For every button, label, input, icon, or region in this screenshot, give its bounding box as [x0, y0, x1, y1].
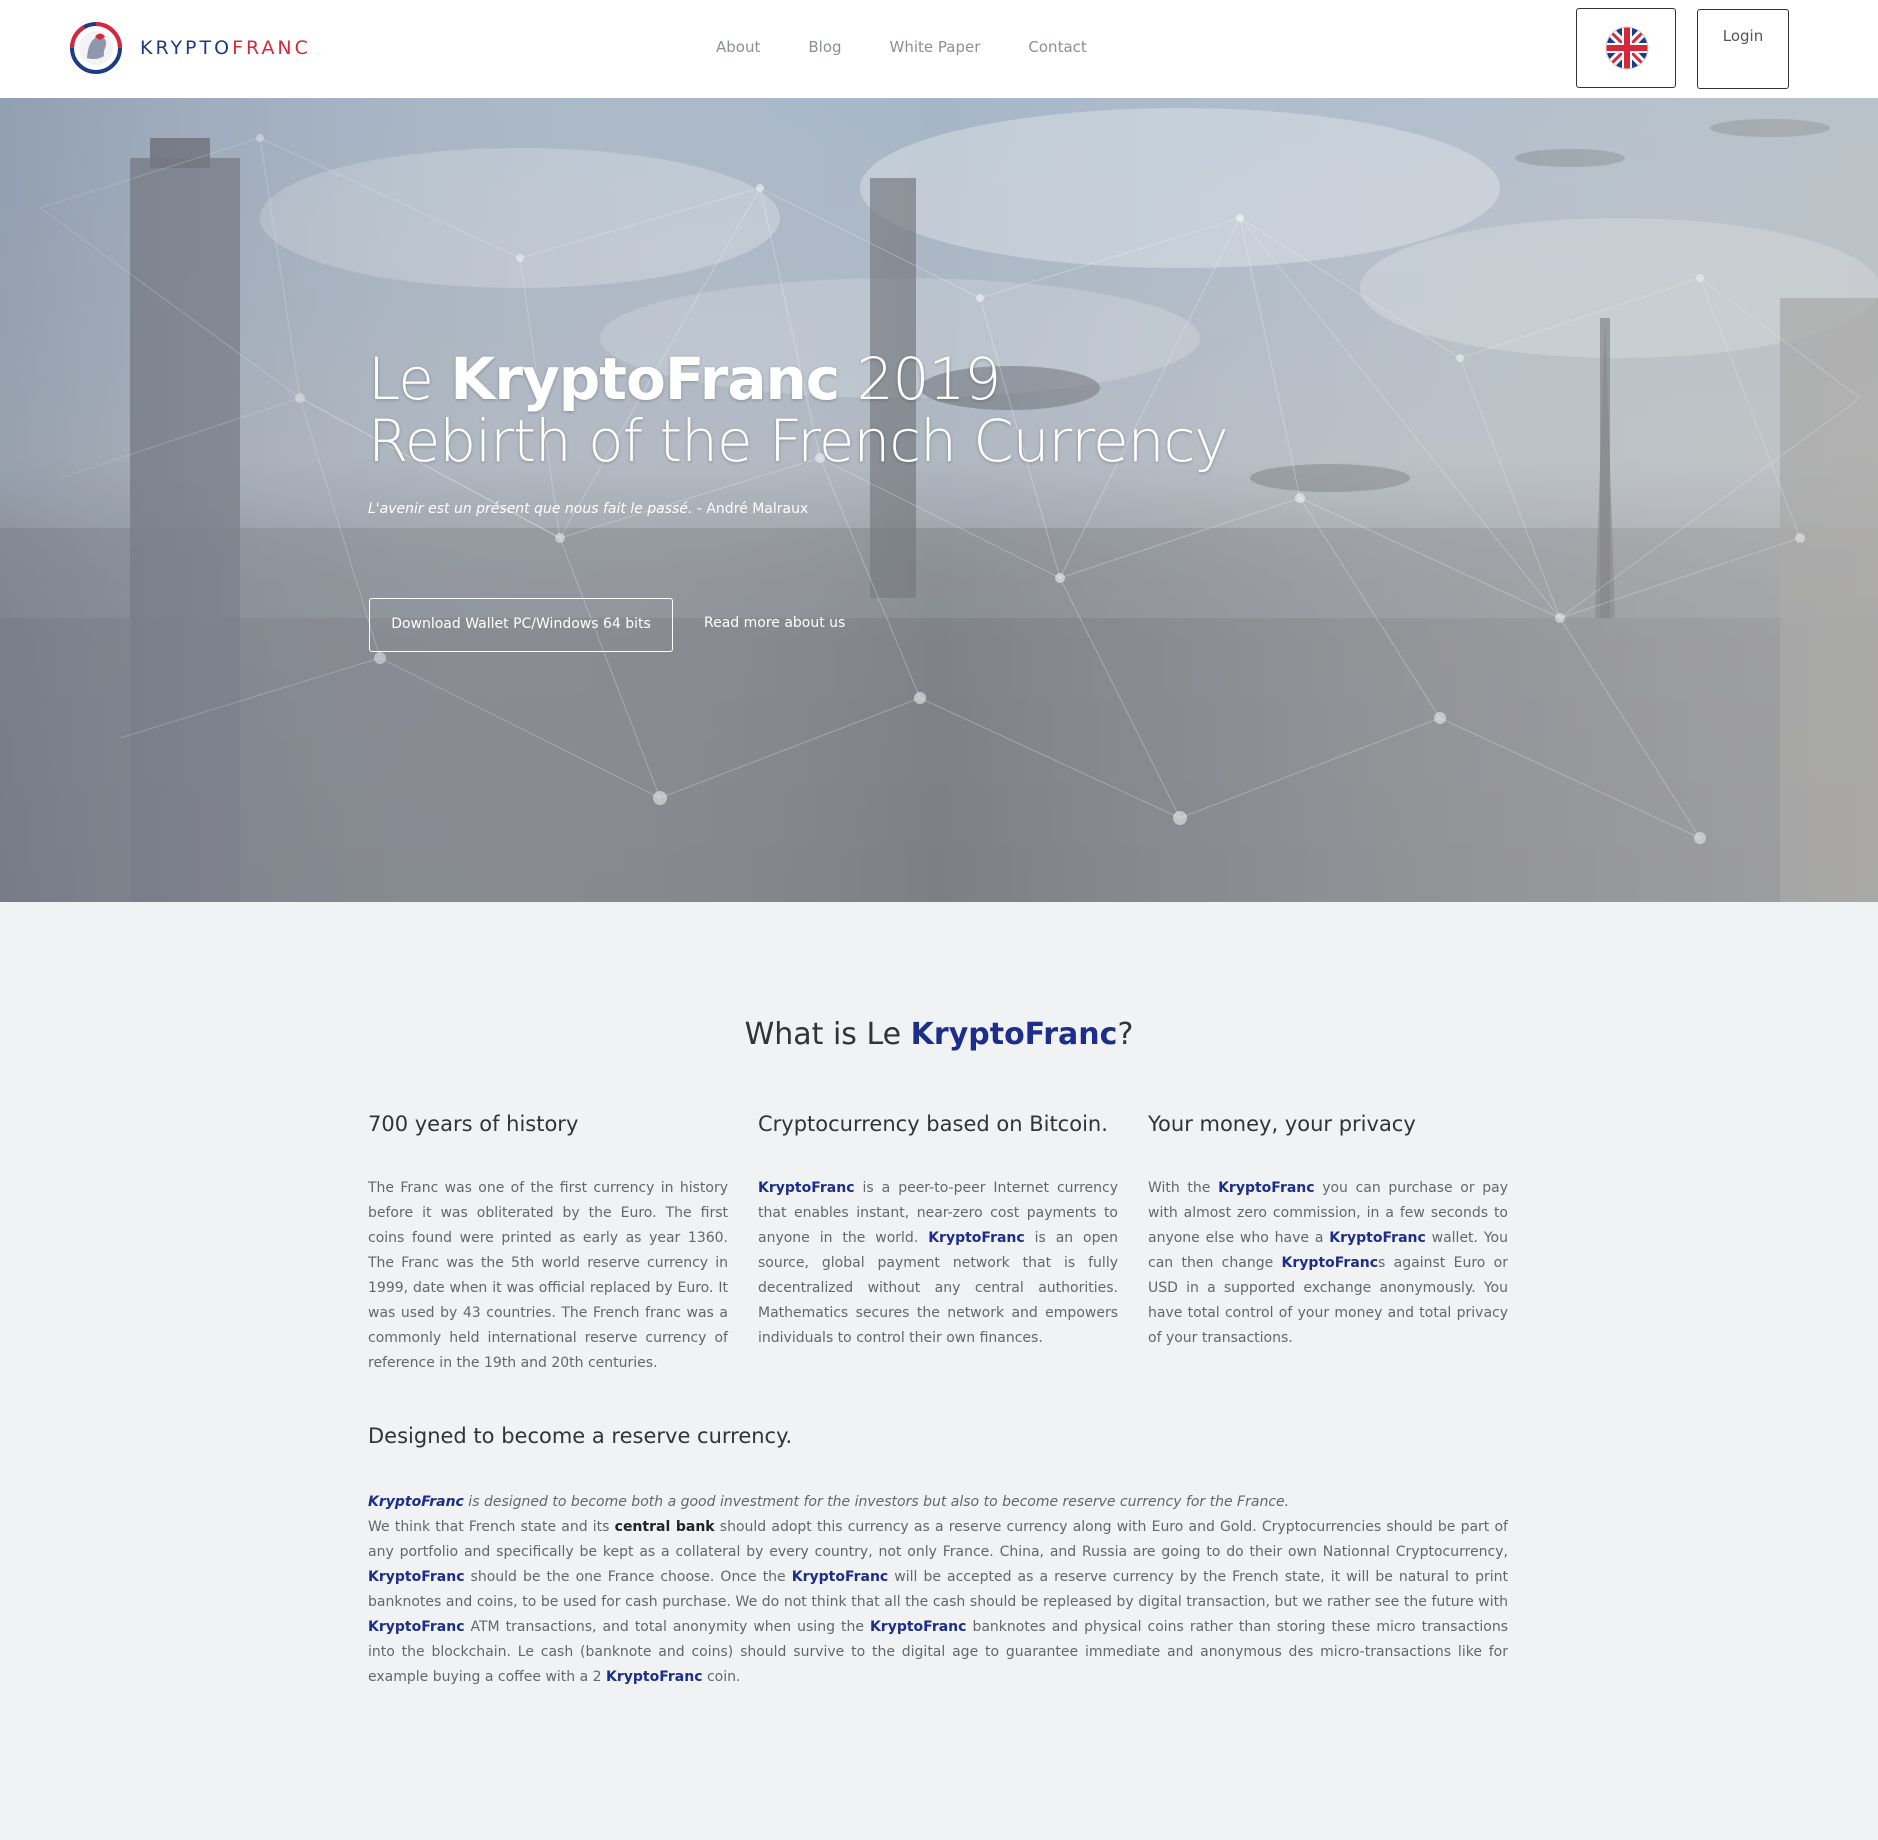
what-is-heading: What is Le KryptoFranc?: [0, 1017, 1878, 1052]
hero-quote: L'avenir est un présent que nous fait le…: [368, 501, 808, 517]
brand-link: KryptoFranc: [928, 1230, 1025, 1246]
logo-emblem-icon: [70, 22, 122, 74]
reserve-currency-section: Designed to become a reserve currency. K…: [368, 1424, 1508, 1690]
hero-title-le: Le: [368, 345, 451, 413]
hero-title-year: 2019: [839, 345, 1002, 413]
feature-text-bitcoin: KryptoFranc is a peer-to-peer Internet c…: [758, 1176, 1118, 1351]
logo-suffix: FRANC: [232, 37, 311, 59]
login-button[interactable]: Login: [1697, 9, 1789, 89]
brand-link: KryptoFranc: [606, 1669, 703, 1685]
what-is-suffix: ?: [1117, 1017, 1134, 1052]
what-is-brand: KryptoFranc: [910, 1017, 1118, 1052]
reserve-currency-heading: Designed to become a reserve currency.: [368, 1424, 793, 1448]
main-nav: About Blog White Paper Contact: [716, 38, 1087, 56]
hero-banner: Le KryptoFranc 2019 Rebirth of the Frenc…: [0, 98, 1878, 902]
nav-contact[interactable]: Contact: [1028, 38, 1086, 56]
feature-column-history: 700 years of history The Franc was one o…: [368, 1112, 728, 1376]
feature-text-part: is an open source, global payment networ…: [758, 1230, 1118, 1346]
brand-link: KryptoFranc: [1329, 1230, 1426, 1246]
hero-quote-text: L'avenir est un présent que nous fait le…: [368, 501, 693, 517]
hero-title-line1: Le KryptoFranc 2019: [368, 348, 1228, 410]
page: KRYPTOFRANC About Blog White Paper Conta…: [0, 0, 1878, 1840]
reserve-currency-lead: KryptoFranc is designed to become both a…: [368, 1490, 1508, 1515]
brand-link: KryptoFranc: [791, 1569, 889, 1585]
hero-background-image: [0, 98, 1878, 902]
brand-link: KryptoFranc: [758, 1180, 855, 1196]
hero-title-brand: KryptoFranc: [450, 345, 840, 413]
body-text-part: should be the one France choose. Once th…: [464, 1569, 792, 1585]
brand-link: KryptoFranc: [1281, 1255, 1379, 1271]
feature-heading-privacy: Your money, your privacy: [1148, 1112, 1416, 1136]
central-bank-strong: central bank: [614, 1519, 715, 1535]
site-logo[interactable]: KRYPTOFRANC: [70, 22, 311, 74]
nav-blog[interactable]: Blog: [808, 38, 841, 56]
nav-white-paper[interactable]: White Paper: [890, 38, 981, 56]
feature-text-part: With the: [1148, 1180, 1219, 1196]
hero-quote-author: - André Malraux: [692, 501, 809, 517]
logo-wordmark: KRYPTOFRANC: [140, 37, 311, 59]
reserve-currency-body: We think that French state and its centr…: [368, 1515, 1508, 1690]
brand-link: KryptoFranc: [1218, 1180, 1315, 1196]
feature-heading-history: 700 years of history: [368, 1112, 579, 1136]
language-selector-button[interactable]: [1576, 8, 1676, 88]
brand-link: KryptoFranc: [869, 1619, 967, 1635]
body-text-part: coin.: [702, 1669, 741, 1685]
brand-link: KryptoFranc: [368, 1619, 465, 1635]
body-text-part: We think that French state and its: [368, 1519, 615, 1535]
hero-title-line2: Rebirth of the French Currency: [368, 407, 1229, 475]
brand-link: KryptoFranc: [368, 1569, 465, 1585]
feature-text-privacy: With the KryptoFranc you can purchase or…: [1148, 1176, 1508, 1351]
nav-about[interactable]: About: [716, 38, 760, 56]
body-text-part: ATM transactions, and total anonymity wh…: [464, 1619, 870, 1635]
download-wallet-button[interactable]: Download Wallet PC/Windows 64 bits: [369, 598, 673, 652]
feature-column-bitcoin: Cryptocurrency based on Bitcoin. KryptoF…: [758, 1112, 1118, 1351]
brand-link: KryptoFranc: [368, 1494, 464, 1510]
feature-text-history: The Franc was one of the first currency …: [368, 1180, 728, 1371]
feature-column-privacy: Your money, your privacy With the Krypto…: [1148, 1112, 1508, 1351]
uk-flag-icon: [1605, 26, 1649, 70]
feature-heading-bitcoin: Cryptocurrency based on Bitcoin.: [758, 1112, 1108, 1136]
read-more-link[interactable]: Read more about us: [704, 615, 845, 631]
hero-title: Le KryptoFranc 2019 Rebirth of the Frenc…: [368, 348, 1229, 475]
logo-prefix: KRYPTO: [140, 37, 233, 59]
lead-text: is designed to become both a good invest…: [463, 1494, 1290, 1510]
top-navbar: KRYPTOFRANC About Blog White Paper Conta…: [0, 0, 1878, 98]
what-is-prefix: What is Le: [744, 1017, 911, 1052]
